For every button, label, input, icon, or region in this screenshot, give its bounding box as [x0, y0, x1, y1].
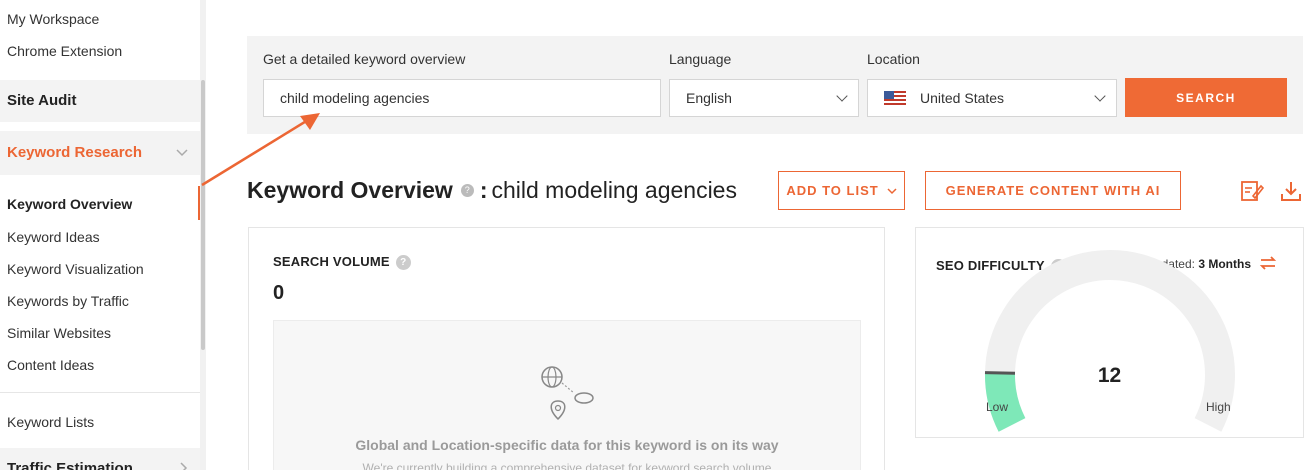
keyword-label: Get a detailed keyword overview	[263, 51, 466, 67]
empty-state: Global and Location-specific data for th…	[273, 320, 861, 470]
globe-location-icon	[541, 366, 594, 421]
us-flag-icon	[884, 91, 906, 105]
sidebar-section-site-audit[interactable]: Site Audit	[0, 80, 200, 122]
annotation-arrow-icon	[201, 113, 320, 187]
gauge-low-label: Low	[986, 400, 1009, 414]
sidebar-item-keyword-overview[interactable]: Keyword Overview	[7, 196, 132, 212]
sidebar-scrollbar[interactable]	[200, 0, 206, 470]
gauge-high-label: High	[1206, 400, 1231, 414]
sidebar-section-label: Traffic Estimation	[7, 460, 133, 470]
gauge-track	[985, 249, 1235, 432]
keyword-input-value: child modeling agencies	[280, 90, 430, 106]
location-select-value: United States	[920, 90, 1005, 106]
sidebar-item-content-ideas[interactable]: Content Ideas	[7, 357, 94, 373]
language-label: Language	[669, 51, 732, 67]
language-select[interactable]: English	[669, 79, 859, 117]
chevron-down-icon	[836, 90, 848, 102]
seo-difficulty-value: 12	[1097, 364, 1122, 387]
edit-report-icon[interactable]	[1240, 179, 1264, 203]
difficulty-gauge	[984, 249, 1235, 432]
chevron-down-icon	[887, 187, 897, 194]
chevron-down-icon	[176, 149, 188, 157]
sidebar-section-label: Site Audit	[7, 92, 77, 109]
sidebar-item-keyword-visualization[interactable]: Keyword Visualization	[7, 261, 144, 277]
location-label: Location	[867, 51, 920, 67]
search-volume-value: 0	[273, 282, 285, 304]
empty-state-subtitle: We're currently building a comprehensive…	[362, 461, 772, 470]
sidebar-section-traffic-estimation[interactable]: Traffic Estimation	[0, 448, 200, 470]
sidebar-section-keyword-research[interactable]: Keyword Research	[0, 131, 200, 175]
generate-content-button[interactable]: GENERATE CONTENT WITH AI	[925, 171, 1181, 210]
chevron-right-icon	[180, 462, 188, 470]
card-title-text: SEARCH VOLUME	[273, 254, 390, 269]
sidebar-item-my-workspace[interactable]: My Workspace	[7, 11, 99, 27]
sidebar-section-label: Keyword Research	[7, 144, 143, 161]
sidebar-item-keyword-lists[interactable]: Keyword Lists	[7, 414, 94, 430]
title-separator: :	[479, 177, 488, 203]
sidebar-item-similar-websites[interactable]: Similar Websites	[7, 325, 111, 341]
download-icon[interactable]	[1279, 179, 1303, 203]
page-title-keyword: child modeling agencies	[491, 177, 737, 203]
empty-state-title: Global and Location-specific data for th…	[355, 437, 779, 453]
sidebar-item-chrome-extension[interactable]: Chrome Extension	[7, 43, 122, 59]
search-volume-title: SEARCH VOLUME?	[273, 254, 411, 271]
location-select[interactable]: United States	[867, 79, 1117, 117]
app-root: My Workspace Chrome Extension Site Audit…	[0, 0, 1316, 470]
help-icon[interactable]: ?	[395, 255, 411, 271]
search-button[interactable]: SEARCH	[1125, 78, 1287, 117]
seo-difficulty-card: SEO DIFFICULTY? Last Updated: 3 Months 1…	[915, 227, 1304, 438]
add-to-list-button[interactable]: ADD TO LIST	[778, 171, 905, 210]
sidebar-item-keywords-by-traffic[interactable]: Keywords by Traffic	[7, 293, 129, 309]
sidebar-item-keyword-ideas[interactable]: Keyword Ideas	[7, 229, 100, 245]
sidebar-divider	[0, 392, 200, 393]
search-volume-card: SEARCH VOLUME? 0 Global and Location-spe…	[248, 227, 885, 470]
language-select-value: English	[686, 90, 732, 106]
page-title: Keyword Overview ? : child modeling agen…	[247, 177, 737, 204]
page-title-text: Keyword Overview	[247, 177, 453, 203]
sidebar: My Workspace Chrome Extension Site Audit…	[0, 0, 206, 470]
help-icon[interactable]: ?	[460, 184, 474, 197]
add-to-list-label: ADD TO LIST	[786, 183, 879, 198]
chevron-down-icon	[1094, 90, 1106, 102]
